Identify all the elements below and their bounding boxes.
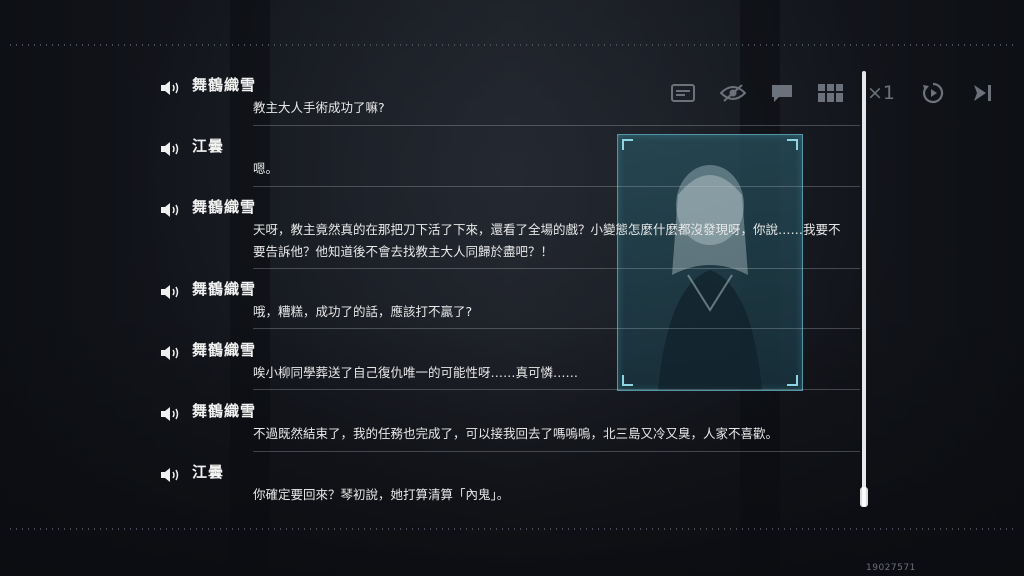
dialog-text: 教主大人手術成功了嘛? — [253, 100, 385, 115]
entry-divider — [253, 125, 860, 126]
entry-divider — [253, 328, 860, 329]
entry-divider — [253, 451, 860, 452]
dialog-text: 嗯。 — [253, 161, 279, 176]
auto-play-button[interactable] — [918, 80, 948, 106]
speaker-name: 舞鶴織雪 — [192, 402, 257, 420]
bottom-border-divider — [10, 528, 1014, 530]
voice-replay-icon[interactable] — [160, 467, 182, 483]
voice-replay-icon[interactable] — [160, 406, 182, 422]
top-border-divider — [10, 44, 1014, 46]
voice-replay-icon[interactable] — [160, 80, 182, 96]
voice-replay-icon[interactable] — [160, 345, 182, 361]
voice-replay-icon[interactable] — [160, 141, 182, 157]
dialog-text: 唉小柳同學葬送了自己復仇唯一的可能性呀……真可憐…… — [253, 365, 579, 380]
voice-replay-icon[interactable] — [160, 284, 182, 300]
dialog-log: 舞鶴織雪 教主大人手術成功了嘛? 江曇 嗯。 舞鶴織雪 天呀，教主竟然真的在那把… — [160, 70, 860, 512]
speaker-name: 舞鶴織雪 — [192, 280, 257, 298]
speaker-name: 舞鶴織雪 — [192, 341, 257, 359]
skip-icon — [974, 85, 991, 101]
voice-replay-icon[interactable] — [160, 202, 182, 218]
entry-divider — [253, 389, 860, 390]
dialog-text: 你確定要回來？琴初說，她打算清算「內鬼」。 — [253, 487, 510, 502]
speed-label: ×1 — [866, 82, 895, 104]
log-scrollbar[interactable] — [862, 71, 866, 507]
speaker-name: 江曇 — [192, 137, 225, 155]
auto-play-icon — [922, 82, 944, 104]
dialog-text: 天呀，教主竟然真的在那把刀下活了下來，還看了全場的戲？小變態怎麼什麼都沒發現呀，… — [253, 222, 841, 259]
speed-toggle-button[interactable]: ×1 — [866, 80, 896, 106]
speaker-name: 舞鶴織雪 — [192, 198, 257, 216]
build-number: 19027571 — [866, 563, 916, 573]
speaker-name: 江曇 — [192, 463, 225, 481]
entry-divider — [253, 268, 860, 269]
skip-button[interactable] — [968, 80, 998, 106]
entry-divider — [253, 186, 860, 187]
speaker-name: 舞鶴織雪 — [192, 76, 257, 94]
dialog-text: 不過既然結束了，我的任務也完成了，可以接我回去了嗎嗚嗚，北三島又冷又臭，人家不喜… — [253, 426, 779, 441]
log-scrollbar-thumb[interactable] — [860, 487, 868, 507]
dialog-text: 哦，糟糕，成功了的話，應該打不贏了? — [253, 304, 473, 319]
